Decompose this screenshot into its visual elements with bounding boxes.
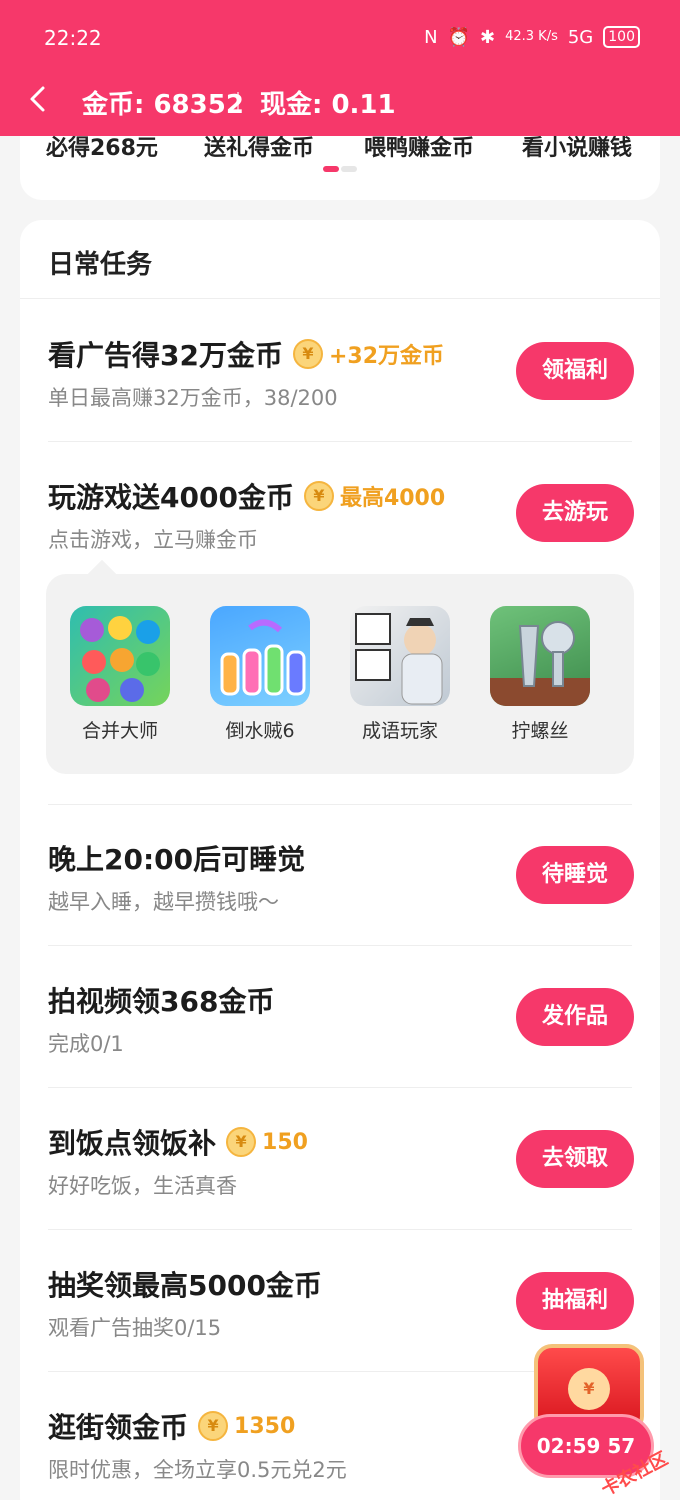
- promo-tile-1[interactable]: 必得268元: [46, 136, 158, 162]
- panel-arrow: [87, 559, 117, 589]
- task-video: 拍视频领368金币 完成0/1 发作品: [20, 946, 660, 1088]
- task-ad: 看广告得32万金币 ¥ +32万金币 单日最高赚32万金币，38/200 领福利: [20, 300, 660, 442]
- coin-icon: ¥: [198, 1411, 229, 1441]
- alarm-icon: ⏰: [447, 26, 470, 48]
- coin-icon: ¥: [303, 481, 334, 511]
- claim-welfare-button[interactable]: 领福利: [516, 342, 634, 400]
- net-speed: 42.3 K/s: [505, 29, 558, 44]
- task-title: 抽奖领最高5000金币: [48, 1264, 322, 1304]
- go-play-button[interactable]: 去游玩: [516, 484, 634, 542]
- task-title-text: 拍视频领368金币: [48, 985, 275, 1018]
- nfc-icon: N: [424, 26, 438, 48]
- promo-tile-2[interactable]: 送礼得金币: [204, 136, 314, 162]
- task-title: 拍视频领368金币: [48, 980, 274, 1020]
- task-title: 逛街领金币 ¥ 1350: [48, 1406, 295, 1446]
- coin-icon: ¥: [292, 339, 323, 369]
- task-subtitle: 好好吃饭，生活真香: [48, 1174, 237, 1198]
- task-title-text: 晚上20:00后可睡觉: [48, 843, 306, 876]
- task-title-text: 到饭点领饭补: [48, 1127, 217, 1160]
- nav-bar: 金币: 68352 现金: 0.11: [0, 80, 680, 120]
- task-reward: +32万金币: [328, 344, 445, 369]
- page-dot-active: [323, 166, 339, 172]
- page-dot: [341, 166, 357, 172]
- task-title-text: 看广告得32万金币: [48, 339, 283, 372]
- lottery-button[interactable]: 抽福利: [516, 1272, 634, 1330]
- task-sleep: 晚上20:00后可睡觉 越早入睡，越早攒钱哦～ 待睡觉: [20, 804, 660, 946]
- promo-tile-4[interactable]: 看小说赚钱: [522, 136, 632, 162]
- status-bar: 22:22 N ⏰ ✱ 42.3 K/s 5G 100: [44, 26, 640, 54]
- cash-balance: 现金: 0.11: [260, 90, 396, 120]
- task-reward: 最高4000: [339, 486, 446, 511]
- daily-tasks-card: 日常任务 看广告得32万金币 ¥ +32万金币 单日最高赚32万金币，38/20…: [20, 220, 660, 1500]
- battery-icon: 100: [603, 26, 640, 48]
- promo-tile-3[interactable]: 喂鸭赚金币: [364, 136, 474, 162]
- chest-coin-icon: ¥: [568, 1368, 610, 1410]
- section-title: 日常任务: [48, 250, 153, 280]
- task-subtitle: 单日最高赚32万金币，38/200: [48, 386, 338, 410]
- task-title: 看广告得32万金币 ¥ +32万金币: [48, 334, 444, 374]
- coins-balance: 金币: 68352: [82, 90, 244, 120]
- task-game: 玩游戏送4000金币 ¥ 最高4000 点击游戏，立马赚金币 去游玩: [20, 442, 660, 562]
- task-subtitle: 限时优惠，全场立享0.5元兑2元: [48, 1458, 347, 1482]
- task-subtitle: 完成0/1: [48, 1032, 124, 1056]
- task-title: 晚上20:00后可睡觉: [48, 838, 305, 878]
- back-icon[interactable]: [24, 84, 54, 114]
- divider: [20, 298, 660, 299]
- task-reward: 1350: [234, 1413, 296, 1439]
- task-reward: 150: [262, 1129, 308, 1155]
- await-sleep-button[interactable]: 待睡觉: [516, 846, 634, 904]
- publish-video-button[interactable]: 发作品: [516, 988, 634, 1046]
- task-title-text: 逛街领金币: [48, 1411, 189, 1444]
- task-title-text: 抽奖领最高5000金币: [48, 1269, 322, 1302]
- signal-icon: 5G: [567, 26, 594, 48]
- claim-meal-button[interactable]: 去领取: [516, 1130, 634, 1188]
- task-title: 玩游戏送4000金币 ¥ 最高4000: [48, 476, 445, 516]
- header: 22:22 N ⏰ ✱ 42.3 K/s 5G 100 金币: 68352 现金…: [0, 0, 680, 136]
- task-title: 到饭点领饭补 ¥ 150: [48, 1122, 308, 1162]
- task-meal: 到饭点领饭补 ¥ 150 好好吃饭，生活真香 去领取: [20, 1088, 660, 1230]
- coin-icon: ¥: [226, 1127, 257, 1157]
- task-subtitle: 观看广告抽奖0/15: [48, 1316, 222, 1340]
- task-spacer: [20, 662, 660, 804]
- page-indicator: [323, 166, 357, 172]
- bluetooth-icon: ✱: [480, 26, 496, 48]
- status-time: 22:22: [44, 26, 102, 50]
- task-subtitle: 越早入睡，越早攒钱哦～: [48, 890, 279, 914]
- promo-tiles-card: 必得268元 送礼得金币 喂鸭赚金币 看小说赚钱: [20, 136, 660, 200]
- status-icons: N ⏰ ✱ 42.3 K/s 5G 100: [424, 26, 640, 48]
- nav-divider: [237, 92, 239, 110]
- task-subtitle: 点击游戏，立马赚金币: [48, 528, 258, 552]
- task-title-text: 玩游戏送4000金币: [48, 481, 294, 514]
